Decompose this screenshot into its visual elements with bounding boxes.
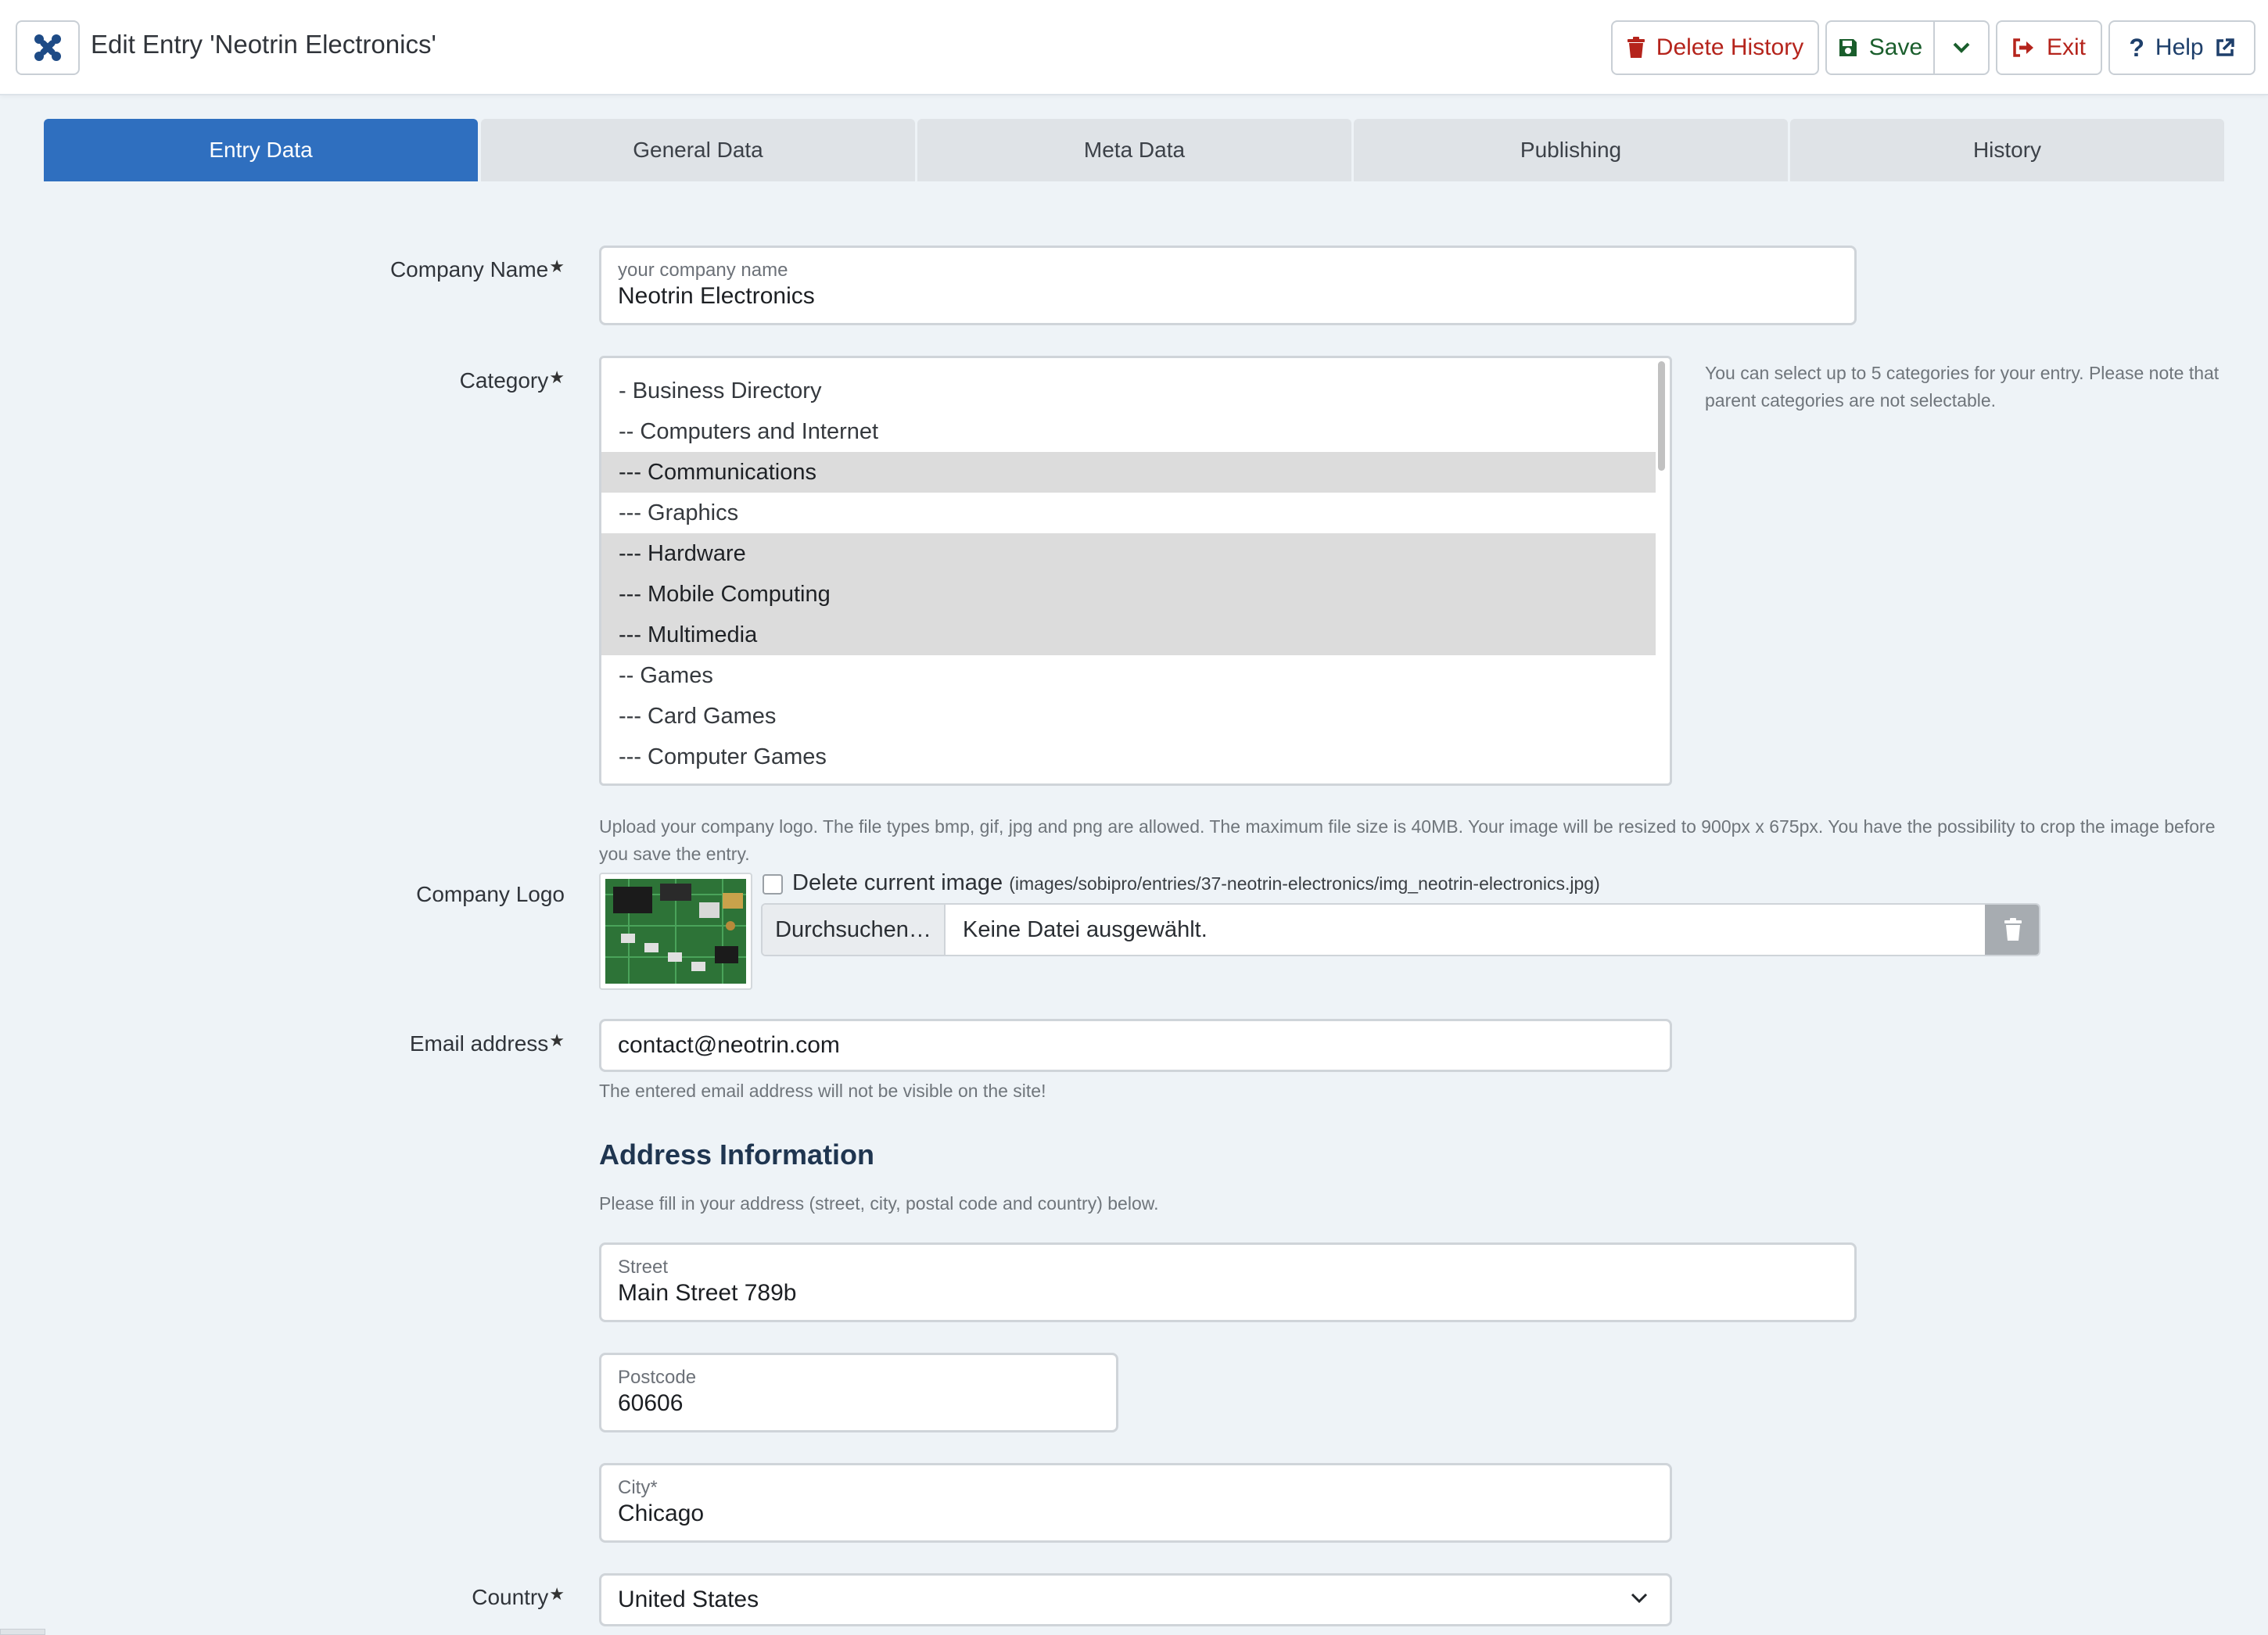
help-button[interactable]: ? Help xyxy=(2108,20,2255,75)
delete-history-button[interactable]: Delete History xyxy=(1611,20,1819,75)
listbox-scrollbar[interactable] xyxy=(1658,361,1665,471)
street-label: Street xyxy=(618,1257,669,1278)
address-section-title: Address Information xyxy=(599,1138,875,1171)
category-listbox[interactable]: - Business Directory -- Computers and In… xyxy=(599,356,1672,786)
clear-file-button[interactable] xyxy=(1985,905,2039,955)
category-label: Category★ xyxy=(459,368,565,393)
required-star-icon: ★ xyxy=(549,256,565,276)
company-name-label: Company Name★ xyxy=(389,256,565,281)
email-label: Email address★ xyxy=(409,1031,565,1056)
category-option[interactable]: --- Computer Games xyxy=(601,737,1656,777)
company-logo-label: Company Logo xyxy=(416,882,565,906)
country-label: Country★ xyxy=(472,1584,565,1609)
logo-file-input[interactable]: Durchsuchen… Keine Datei ausgewählt. xyxy=(761,903,2040,956)
save-dropdown-button[interactable] xyxy=(1933,20,1990,75)
category-option[interactable]: -- Games xyxy=(601,655,1656,696)
company-logo-thumbnail xyxy=(599,873,752,990)
postcode-field[interactable]: Postcode 60606 xyxy=(599,1353,1118,1432)
external-link-icon xyxy=(2216,38,2234,56)
company-logo-help-text: Upload your company logo. The file types… xyxy=(599,816,2216,864)
category-help-text: You can select up to 5 categories for yo… xyxy=(1705,363,2220,411)
exit-label: Exit xyxy=(2046,34,2086,60)
email-field[interactable]: contact@neotrin.com xyxy=(599,1019,1672,1072)
tab-general-data[interactable]: General Data xyxy=(481,119,915,181)
required-star-icon: ★ xyxy=(549,1031,565,1050)
exit-button[interactable]: Exit xyxy=(1996,20,2102,75)
category-option[interactable]: --- Hardware xyxy=(601,533,1656,574)
category-option[interactable]: --- Multimedia xyxy=(601,615,1656,655)
country-value: United States xyxy=(618,1587,759,1612)
city-label: City* xyxy=(618,1477,658,1498)
category-option[interactable]: - Business Directory xyxy=(601,371,1656,411)
delete-history-label: Delete History xyxy=(1656,34,1804,60)
browse-button[interactable]: Durchsuchen… xyxy=(763,905,946,955)
tab-entry-data[interactable]: Entry Data xyxy=(44,119,478,181)
bottom-edge-tab xyxy=(0,1629,45,1635)
address-help-text: Please fill in your address (street, cit… xyxy=(599,1193,1159,1214)
postcode-value: 60606 xyxy=(618,1390,684,1416)
tab-publishing[interactable]: Publishing xyxy=(1354,119,1788,181)
category-option[interactable]: --- Graphics xyxy=(601,493,1656,533)
street-value: Main Street 789b xyxy=(618,1280,797,1306)
company-name-field[interactable]: your company name Neotrin Electronics xyxy=(599,246,1857,325)
tab-history[interactable]: History xyxy=(1790,119,2224,181)
chevron-down-icon xyxy=(1953,42,1970,53)
company-name-placeholder: your company name xyxy=(618,260,788,281)
required-star-icon: ★ xyxy=(549,1584,565,1604)
delete-image-label[interactable]: Delete current image (images/sobipro/ent… xyxy=(792,870,1600,896)
email-help-text: The entered email address will not be vi… xyxy=(599,1081,1046,1101)
delete-image-checkbox[interactable] xyxy=(763,874,783,895)
country-select[interactable]: United States xyxy=(599,1573,1672,1626)
question-icon: ? xyxy=(2129,33,2144,62)
save-button[interactable]: Save xyxy=(1825,20,1935,75)
city-field[interactable]: City* Chicago xyxy=(599,1463,1672,1543)
required-star-icon: ★ xyxy=(549,368,565,387)
page-title: Edit Entry 'Neotrin Electronics' xyxy=(91,30,436,59)
floppy-disk-icon xyxy=(1839,39,1857,56)
tab-meta-data[interactable]: Meta Data xyxy=(917,119,1351,181)
category-option[interactable]: --- Card Games xyxy=(601,696,1656,737)
category-option[interactable]: --- Mobile Computing xyxy=(601,574,1656,615)
current-image-path: (images/sobipro/entries/37-neotrin-elect… xyxy=(1009,873,1600,894)
chevron-down-icon xyxy=(1631,1593,1648,1604)
street-field[interactable]: Street Main Street 789b xyxy=(599,1242,1857,1322)
category-option[interactable]: --- Communications xyxy=(601,452,1656,493)
trash-icon xyxy=(1627,37,1645,58)
email-value: contact@neotrin.com xyxy=(618,1032,840,1058)
postcode-label: Postcode xyxy=(618,1367,697,1388)
help-label: Help xyxy=(2155,34,2204,60)
no-file-selected-text: Keine Datei ausgewählt. xyxy=(963,916,1208,942)
company-name-value: Neotrin Electronics xyxy=(618,283,815,309)
save-label: Save xyxy=(1868,34,1923,60)
joomla-logo-icon[interactable] xyxy=(16,20,80,75)
sign-out-icon xyxy=(2013,38,2033,57)
category-option[interactable]: -- Computers and Internet xyxy=(601,411,1656,452)
trash-icon xyxy=(2004,918,2022,941)
city-value: Chicago xyxy=(618,1501,705,1526)
